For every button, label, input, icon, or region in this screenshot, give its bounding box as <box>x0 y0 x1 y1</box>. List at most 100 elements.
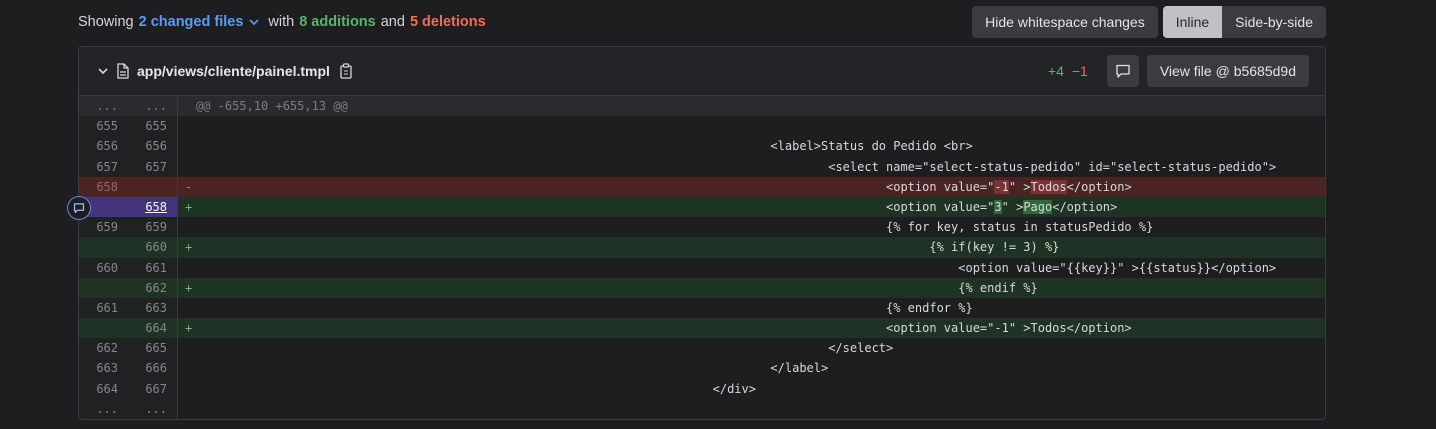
changed-files-dropdown[interactable]: 2 changed files <box>139 14 244 30</box>
add-line-comment-button[interactable] <box>67 196 91 220</box>
comment-icon <box>1115 63 1131 79</box>
line-code: + <option value="3" >Pago</option> <box>178 196 1325 218</box>
line-code: <label>Status do Pedido <br> <box>178 136 1325 156</box>
diff-line: ...... <box>79 398 1325 419</box>
code-text: </label> <box>178 361 829 376</box>
code-text: <option value="-1" >Todos</option> <box>178 179 1132 194</box>
line-code <box>178 116 1325 136</box>
old-line-number[interactable]: 655 <box>79 116 128 137</box>
line-code: </div> <box>178 379 1325 399</box>
hunk-header-row: ...... @@ -655,10 +655,13 @@ <box>79 96 1325 117</box>
line-code: @@ -655,10 +655,13 @@ <box>178 96 1325 117</box>
code-text: <select name="select-status-pedido" id="… <box>178 159 1277 174</box>
new-line-number[interactable]: 664 <box>128 318 178 339</box>
old-line-number[interactable] <box>79 277 128 298</box>
line-code: + {% endif %} <box>178 277 1325 298</box>
changes-summary: Showing 2 changed files with 8 additions… <box>78 6 486 38</box>
summary-prefix: Showing <box>78 14 134 30</box>
line-code: + {% if(key != 3) %} <box>178 237 1325 258</box>
new-line-number[interactable]: ... <box>128 398 178 419</box>
comment-icon <box>73 202 85 214</box>
line-code: {% for key, status in statusPedido %} <box>178 217 1325 237</box>
new-line-number[interactable]: 665 <box>128 338 178 359</box>
file-header: app/views/cliente/painel.tmpl +4 −1 View… <box>79 47 1325 96</box>
chevron-down-icon[interactable] <box>95 63 111 79</box>
view-file-button[interactable]: View file @ b5685d9d <box>1146 55 1309 87</box>
new-line-number[interactable]: 666 <box>128 358 178 379</box>
code-text: <option value="{{key}}" >{{status}}</opt… <box>178 260 1277 275</box>
comment-button[interactable] <box>1106 55 1139 87</box>
view-mode-toggle: Inline Side-by-side <box>1162 6 1326 38</box>
old-line-number[interactable]: 658 <box>79 176 128 197</box>
line-code: - <option value="-1" >Todos</option> <box>178 176 1325 197</box>
old-line-number[interactable]: 657 <box>79 156 128 177</box>
diff-line: 658 - <option value="-1" >Todos</option> <box>79 176 1325 197</box>
new-line-number[interactable]: 662 <box>128 277 178 298</box>
diff-line: 655 655 <box>79 116 1325 137</box>
code-text: {% endif %} <box>178 280 1038 295</box>
old-line-number[interactable]: ... <box>79 96 128 117</box>
old-line-number[interactable]: 659 <box>79 217 128 238</box>
file-additions-count: +4 <box>1047 63 1064 79</box>
summary-and: and <box>380 14 405 30</box>
view-controls: Hide whitespace changes Inline Side-by-s… <box>972 6 1326 38</box>
old-line-number[interactable] <box>79 318 128 339</box>
diff-toolbar: Showing 2 changed files with 8 additions… <box>78 6 1326 38</box>
code-text: {% if(key != 3) %} <box>178 240 1060 255</box>
diff-line: 663 666 </label> <box>79 358 1325 379</box>
line-code <box>178 399 1325 419</box>
line-code: {% endfor %} <box>178 298 1325 318</box>
code-text: <option value="3" >Pago</option> <box>178 199 1118 214</box>
file-deletions-count: −1 <box>1071 63 1088 79</box>
diff-line: 661 663 {% endfor %} <box>79 297 1325 319</box>
summary-with: with <box>268 14 295 30</box>
old-line-number[interactable]: 664 <box>79 378 128 399</box>
code-text: <option value="-1" >Todos</option> <box>178 321 1132 336</box>
additions-count: 8 additions <box>299 14 376 30</box>
new-line-number[interactable]: 667 <box>128 378 178 399</box>
new-line-number[interactable] <box>128 176 178 197</box>
old-line-number[interactable]: 660 <box>79 257 128 278</box>
diff-line: 664 + <option value="-1" >Todos</option> <box>79 318 1325 339</box>
file-icon <box>116 63 130 79</box>
new-line-number[interactable]: 661 <box>128 257 178 278</box>
line-code: <option value="{{key}}" >{{status}}</opt… <box>178 258 1325 278</box>
old-line-number[interactable]: ... <box>79 398 128 419</box>
hunk-header: @@ -655,10 +655,13 @@ <box>196 99 348 113</box>
new-line-number[interactable]: 656 <box>128 136 178 157</box>
diff-line: 662 665 </select> <box>79 338 1325 359</box>
diff-line: 662 + {% endif %} <box>79 277 1325 298</box>
new-line-number[interactable]: 655 <box>128 116 178 137</box>
inline-view-button[interactable]: Inline <box>1162 6 1223 38</box>
diff-line: 657 657 <select name="select-status-pedid… <box>79 156 1325 177</box>
file-diff: app/views/cliente/painel.tmpl +4 −1 View… <box>78 46 1326 420</box>
chevron-down-icon[interactable] <box>245 16 263 28</box>
side-by-side-view-button[interactable]: Side-by-side <box>1222 6 1326 38</box>
hide-whitespace-button[interactable]: Hide whitespace changes <box>972 6 1158 38</box>
new-line-number[interactable]: 659 <box>128 217 178 238</box>
new-line-number[interactable]: 657 <box>128 156 178 177</box>
diff-line: 664 667 </div> <box>79 378 1325 399</box>
code-text: {% for key, status in statusPedido %} <box>178 220 1154 235</box>
new-line-number[interactable]: ... <box>128 96 178 117</box>
line-code: </label> <box>178 358 1325 378</box>
code-text: <label>Status do Pedido <br> <box>178 139 973 154</box>
old-line-number[interactable]: 662 <box>79 338 128 359</box>
file-path[interactable]: app/views/cliente/painel.tmpl <box>137 63 330 79</box>
deletions-count: 5 deletions <box>409 14 486 30</box>
old-line-number[interactable] <box>79 237 128 258</box>
copy-icon[interactable] <box>339 63 353 79</box>
new-line-number[interactable]: 658 <box>128 196 178 218</box>
new-line-number[interactable]: 660 <box>128 237 178 258</box>
diff-line: 656 656 <label>Status do Pedido <br> <box>79 136 1325 157</box>
new-line-number[interactable]: 663 <box>128 297 178 319</box>
diff-line: 660 + {% if(key != 3) %} <box>79 237 1325 258</box>
line-code: + <option value="-1" >Todos</option> <box>178 318 1325 339</box>
old-line-number[interactable]: 663 <box>79 358 128 379</box>
code-text: {% endfor %} <box>178 300 973 315</box>
diff-lines: ...... @@ -655,10 +655,13 @@ 655 655 656 656 … <box>79 96 1325 419</box>
old-line-number[interactable]: 661 <box>79 297 128 319</box>
diff-line: 658 + <option value="3" >Pago</option> <box>79 196 1325 218</box>
code-text: </select> <box>178 341 894 356</box>
old-line-number[interactable]: 656 <box>79 136 128 157</box>
